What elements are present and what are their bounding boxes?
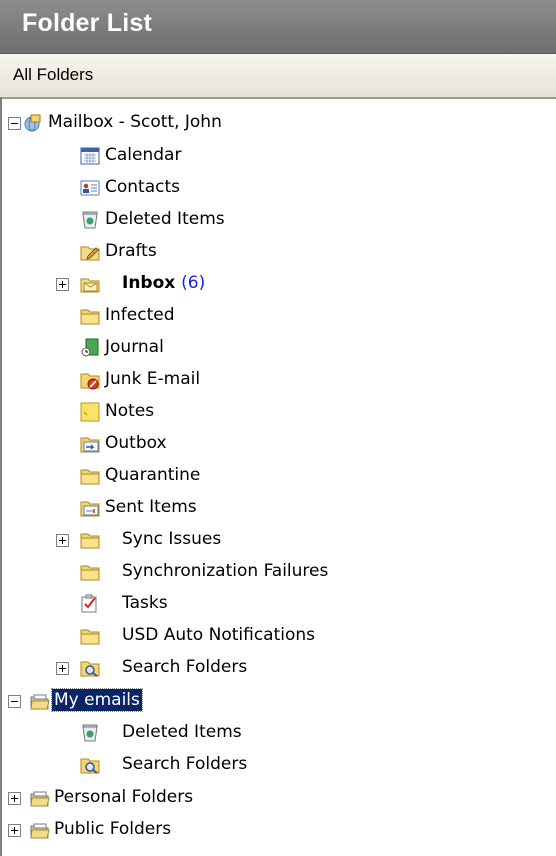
tree-item-my-deleted-items[interactable]: Deleted Items (0, 718, 556, 748)
public-folders-icon (30, 823, 50, 839)
calendar-icon (80, 147, 100, 165)
expand-toggle[interactable] (56, 662, 69, 675)
expand-toggle[interactable] (56, 534, 69, 547)
tree-item-my-search-folders[interactable]: Search Folders (0, 750, 556, 780)
tree-item-junk-email[interactable]: Junk E-mail (0, 365, 556, 395)
tree-item-public-folders[interactable]: Public Folders (0, 815, 556, 845)
all-folders-label: All Folders (13, 65, 94, 84)
tree-item-label: Synchronization Failures (122, 561, 329, 581)
tree-item-sync-failures[interactable]: Synchronization Failures (0, 557, 556, 587)
tree-item-label: Infected (105, 305, 175, 325)
tree-item-label: Drafts (105, 241, 157, 261)
trash-icon (82, 211, 98, 229)
expand-toggle[interactable] (56, 278, 69, 291)
tree-item-label: Sync Issues (122, 529, 222, 549)
outbox-icon (80, 437, 100, 453)
sent-icon (80, 501, 100, 517)
tree-item-label: Mailbox - Scott, John (48, 112, 222, 132)
tree-item-usd-auto-notifications[interactable]: USD Auto Notifications (0, 621, 556, 651)
trash-icon (82, 724, 98, 742)
unread-count: (6) (181, 273, 206, 293)
expand-toggle[interactable] (8, 792, 21, 805)
journal-icon (81, 338, 99, 357)
folder-icon (80, 469, 100, 485)
expand-toggle[interactable] (8, 824, 21, 837)
tree-item-notes[interactable]: Notes (0, 397, 556, 427)
tree-item-label: Deleted Items (122, 722, 242, 742)
tree-item-contacts[interactable]: Contacts (0, 173, 556, 203)
folder-icon (80, 565, 100, 581)
folder-icon (80, 533, 100, 549)
tree-item-calendar[interactable]: Calendar (0, 141, 556, 171)
tree-item-label: Contacts (105, 177, 180, 197)
drafts-icon (80, 246, 100, 261)
tree-item-label: Journal (105, 337, 164, 357)
tree-item-infected[interactable]: Infected (0, 301, 556, 331)
tree-item-personal-folders[interactable]: Personal Folders (0, 783, 556, 813)
tree-item-outbox[interactable]: Outbox (0, 429, 556, 459)
tree-item-label: Public Folders (54, 819, 172, 839)
tree-item-label: Notes (105, 401, 155, 421)
tree-item-label: Calendar (105, 145, 182, 165)
folder-icon (80, 629, 100, 645)
search-folder-icon (80, 661, 100, 677)
folder-list-header: Folder List (0, 0, 556, 54)
tree-item-sent-items[interactable]: Sent Items (0, 493, 556, 523)
tree-item-label: Sent Items (105, 497, 197, 517)
personal-folders-icon (30, 694, 50, 710)
tree-item-search-folders[interactable]: Search Folders (0, 653, 556, 683)
tasks-icon (81, 594, 97, 613)
junk-icon (80, 373, 100, 390)
folder-icon (80, 309, 100, 325)
inbox-label: Inbox (122, 273, 176, 293)
inbox-icon (80, 278, 100, 293)
tree-item-label: Search Folders (122, 754, 248, 774)
tree-item-drafts[interactable]: Drafts (0, 237, 556, 267)
tree-item-label: Search Folders (122, 657, 248, 677)
tree-item-label: Quarantine (105, 465, 201, 485)
collapse-toggle[interactable] (8, 695, 21, 708)
search-folder-icon (80, 758, 100, 774)
notes-icon (80, 402, 100, 422)
tree-item-inbox[interactable]: Inbox (6) (0, 269, 556, 299)
tree-item-my-emails[interactable]: My emails (0, 686, 556, 716)
tree-item-mailbox[interactable]: Mailbox - Scott, John (0, 108, 556, 138)
tree-item-label: Inbox (6) (120, 272, 207, 294)
folder-list-pane: Folder List All Folders Mailbox - Scott,… (0, 0, 556, 856)
personal-folders-icon (30, 791, 50, 807)
tree-item-label: Outbox (105, 433, 167, 453)
tree-item-quarantine[interactable]: Quarantine (0, 461, 556, 491)
tree-item-label: Junk E-mail (105, 369, 201, 389)
tree-item-deleted-items[interactable]: Deleted Items (0, 205, 556, 235)
contacts-icon (80, 180, 100, 196)
tree-item-label: Personal Folders (54, 787, 194, 807)
tree-item-label: My emails (51, 688, 143, 712)
all-folders-bar[interactable]: All Folders (0, 54, 556, 99)
collapse-toggle[interactable] (8, 117, 21, 130)
tree-item-journal[interactable]: Journal (0, 333, 556, 363)
tree-item-sync-issues[interactable]: Sync Issues (0, 525, 556, 555)
mailbox-icon (24, 114, 41, 132)
tree-item-label: Tasks (122, 593, 168, 613)
folder-list-title: Folder List (22, 9, 152, 37)
tree-item-label: USD Auto Notifications (122, 625, 316, 645)
tree-item-label: Deleted Items (105, 209, 225, 229)
tree-item-tasks[interactable]: Tasks (0, 589, 556, 619)
